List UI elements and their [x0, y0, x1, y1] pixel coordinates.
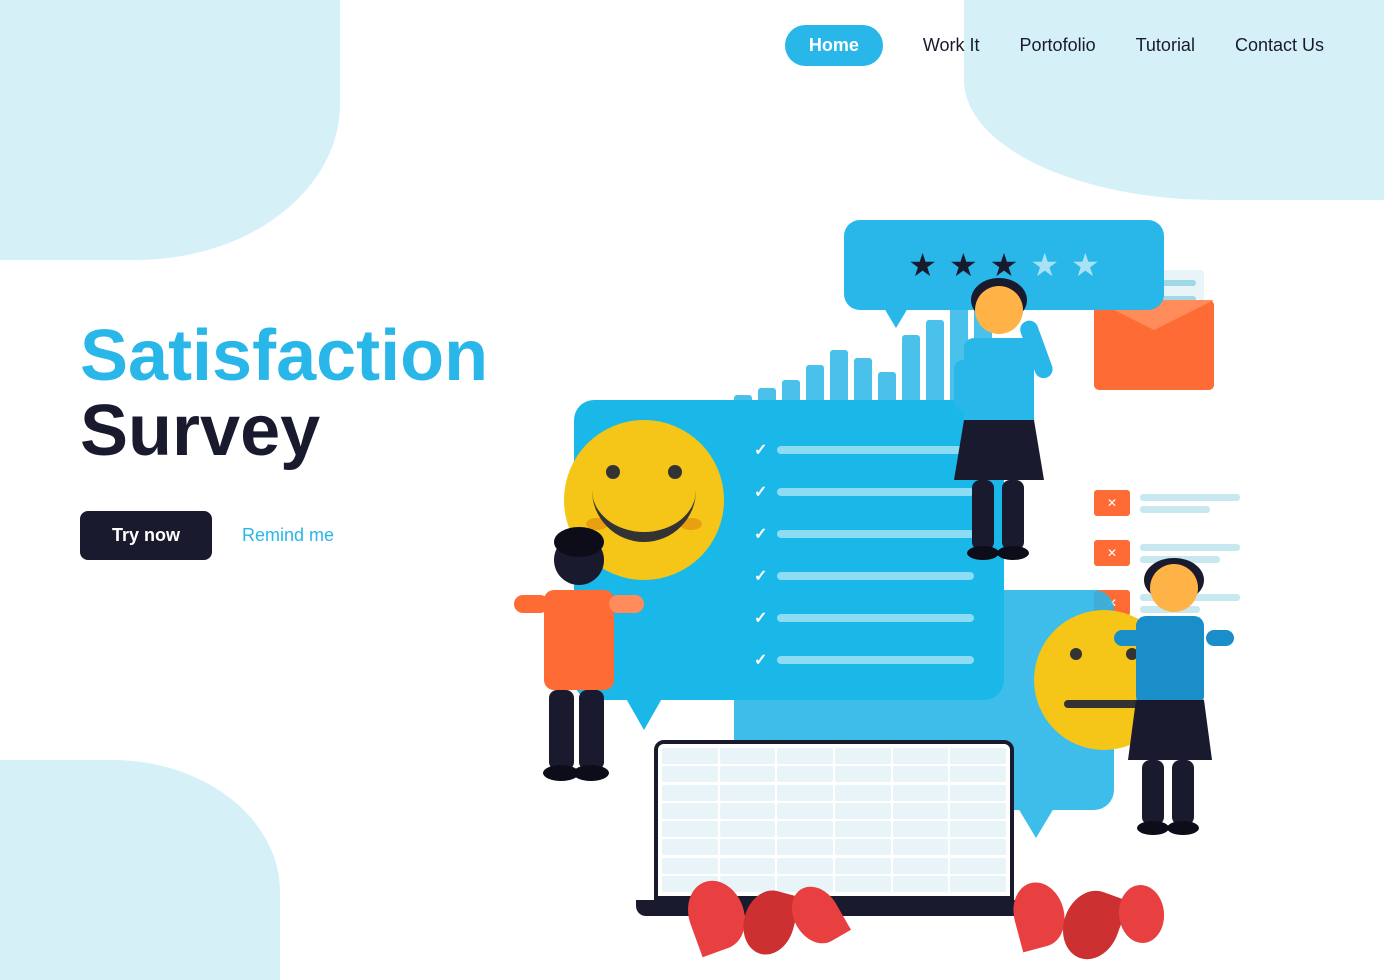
title-survey: Survey: [80, 392, 488, 471]
check-icon-5: ✓: [754, 608, 767, 628]
person-bottom-right: [1114, 560, 1234, 870]
star-1: ★: [908, 246, 937, 284]
table-cell: [662, 821, 718, 837]
star-4: ★: [1030, 246, 1059, 284]
laptop-screen: [654, 740, 1014, 900]
table-cell: [720, 785, 776, 801]
star-5: ★: [1071, 246, 1100, 284]
table-cell: [662, 748, 718, 764]
try-now-button[interactable]: Try now: [80, 511, 212, 560]
table-cell: [662, 803, 718, 819]
table-cell: [950, 821, 1006, 837]
table-cell: [835, 839, 891, 855]
table-cell: [777, 766, 833, 782]
person-left: [514, 530, 644, 870]
table-cell: [662, 785, 718, 801]
check-icon-1: ✓: [754, 440, 767, 460]
remind-me-button[interactable]: Remind me: [242, 525, 334, 546]
eye-left: [606, 465, 620, 479]
table-cell: [893, 748, 949, 764]
illustration-area: ✓ ✓ ✓ ✓ ✓ ✓: [504, 100, 1384, 960]
email-text-line-1: [1140, 494, 1240, 501]
check-icon-2: ✓: [754, 482, 767, 502]
table-cell: [777, 748, 833, 764]
nav-item-tutorial[interactable]: Tutorial: [1136, 35, 1195, 56]
table-cell: [835, 803, 891, 819]
nav-item-workit[interactable]: Work It: [923, 35, 980, 56]
button-row: Try now Remind me: [80, 511, 488, 560]
laptop-screen-inner: [658, 744, 1010, 896]
check-icon-4: ✓: [754, 566, 767, 586]
email-text-line-2: [1140, 506, 1210, 513]
table-cell: [777, 858, 833, 874]
table-cell: [950, 876, 1006, 892]
table-cell: [950, 803, 1006, 819]
star-2: ★: [949, 246, 978, 284]
table-cell: [777, 803, 833, 819]
checklist-item-1: ✓: [754, 440, 974, 460]
email-text-line-3: [1140, 544, 1240, 551]
table-cell: [720, 839, 776, 855]
table-cell: [720, 821, 776, 837]
check-icon-3: ✓: [754, 524, 767, 544]
table-cell: [893, 785, 949, 801]
table-cell: [893, 766, 949, 782]
plant-right: [1014, 882, 1164, 960]
plant-left: [689, 880, 839, 955]
table-cell: [835, 876, 891, 892]
table-cell: [835, 858, 891, 874]
checklist-item-4: ✓: [754, 566, 974, 586]
title-satisfaction: Satisfaction: [80, 320, 488, 392]
nav-item-home[interactable]: Home: [785, 25, 883, 66]
table-cell: [950, 858, 1006, 874]
hero-content: Satisfaction Survey Try now Remind me: [80, 320, 488, 560]
table-cell: [893, 821, 949, 837]
star-3: ★: [990, 246, 1019, 284]
table-cell: [950, 839, 1006, 855]
table-cell: [893, 876, 949, 892]
checklist: ✓ ✓ ✓ ✓ ✓ ✓: [754, 440, 974, 692]
table-cell: [662, 839, 718, 855]
checklist-item-5: ✓: [754, 608, 974, 628]
table-cell: [662, 858, 718, 874]
table-cell: [950, 766, 1006, 782]
table-cell: [777, 821, 833, 837]
table-cell: [835, 748, 891, 764]
neutral-eye-left: [1070, 648, 1082, 660]
table-cell: [720, 858, 776, 874]
checklist-item-3: ✓: [754, 524, 974, 544]
table-cell: [835, 766, 891, 782]
table-cell: [777, 785, 833, 801]
email-icon-small-1: [1094, 490, 1130, 516]
envelope: [1094, 300, 1214, 390]
table-cell: [950, 785, 1006, 801]
navigation: Home Work It Portofolio Tutorial Contact…: [0, 0, 1384, 90]
table-cell: [835, 821, 891, 837]
envelope-body: [1094, 300, 1214, 390]
table-cell: [893, 803, 949, 819]
nav-item-portofolio[interactable]: Portofolio: [1020, 35, 1096, 56]
check-icon-6: ✓: [754, 650, 767, 670]
table-cell: [662, 766, 718, 782]
table-cell: [720, 803, 776, 819]
email-small-1: [1094, 490, 1240, 516]
table-cell: [893, 839, 949, 855]
person-top-right: [944, 280, 1054, 620]
nav-item-contact[interactable]: Contact Us: [1235, 35, 1324, 56]
eye-right: [668, 465, 682, 479]
check-line-6: [777, 656, 974, 664]
table-cell: [893, 858, 949, 874]
table-cell: [950, 748, 1006, 764]
checklist-item-2: ✓: [754, 482, 974, 502]
checklist-item-6: ✓: [754, 650, 974, 670]
table-cell: [720, 748, 776, 764]
table-cell: [835, 785, 891, 801]
table-cell: [777, 839, 833, 855]
table-cell: [720, 766, 776, 782]
